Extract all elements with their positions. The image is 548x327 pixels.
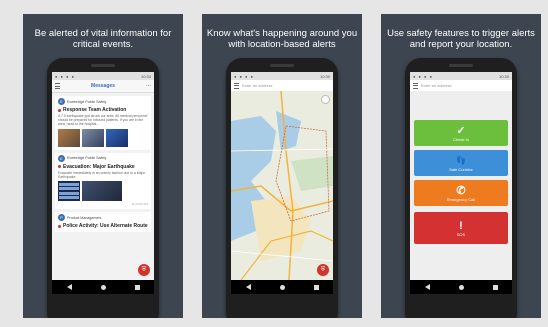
footsteps-icon: 👣 <box>456 155 466 165</box>
phone-speaker <box>449 64 473 67</box>
status-icons: ● ● ● ● <box>55 73 75 79</box>
back-icon[interactable] <box>66 284 72 290</box>
phone-screen: ● ● ● ● 10:30 Enter an address ✓ Check I… <box>410 72 512 294</box>
message-title: Police Activity: Use Alternate Route <box>63 223 148 230</box>
attachment-thumbnail[interactable] <box>82 128 104 147</box>
emergency-call-button[interactable]: ✆ Emergency Call <box>414 180 508 206</box>
home-icon[interactable] <box>458 284 464 290</box>
phone-frame: ● ● ● ● 10:30 Enter an address ⛨ <box>226 58 338 318</box>
panel-caption: Use safety features to trigger alerts an… <box>387 28 535 50</box>
safety-shield-button[interactable]: ⛨ <box>317 264 329 276</box>
phone-icon: ✆ <box>456 184 466 197</box>
button-label: Emergency Call <box>446 196 476 202</box>
message-title: Evacuation: Major Earthquake <box>63 163 135 170</box>
panel-caption: Know what's happening around you with lo… <box>206 28 358 50</box>
panel-caption: Be alerted of vital information for crit… <box>34 28 172 50</box>
message-attachments <box>58 181 148 202</box>
unread-dot-icon <box>58 224 61 228</box>
safe-corridor-button[interactable]: 👣 Safe Corridor <box>414 150 508 176</box>
android-nav-bar <box>52 280 154 294</box>
panel-messages: Be alerted of vital information for crit… <box>23 14 183 318</box>
status-bar: ● ● ● ● 10:30 <box>410 72 512 80</box>
message-card[interactable]: E Everbridge Public Safety Response Team… <box>55 96 151 150</box>
map-graphic <box>231 91 333 280</box>
recent-apps-icon[interactable] <box>313 284 319 290</box>
message-timestamp: 11:23:09 AM <box>131 202 148 207</box>
message-attachments <box>58 128 148 147</box>
sos-button[interactable]: ! SOS <box>414 212 508 244</box>
button-label: Check In <box>453 136 469 142</box>
exclamation-icon: ! <box>459 219 463 232</box>
status-time: 10:30 <box>498 73 509 79</box>
phone-screen: ● ● ● ● 10:30 Enter an address ⛨ <box>231 72 333 294</box>
phone-frame: ● ● ● ● 10:30 Messages ⋯ E Everbridge Pu… <box>47 58 159 318</box>
attachment-thumbnail[interactable] <box>58 128 80 147</box>
message-sender: Everbridge Public Safety <box>67 99 107 104</box>
message-title: Response Team Activation <box>63 107 127 113</box>
status-bar: ● ● ● ● 10:30 <box>52 72 154 80</box>
unread-dot-icon <box>58 165 61 169</box>
phone-speaker <box>270 64 294 67</box>
status-time: 10:30 <box>319 73 330 79</box>
unread-dot-icon <box>58 108 61 112</box>
avatar: P <box>58 214 65 222</box>
message-card[interactable]: E Everbridge Public Safety Evacuation: M… <box>55 152 151 210</box>
menu-icon[interactable] <box>413 82 418 89</box>
android-nav-bar <box>410 280 512 294</box>
shield-icon: ⛨ <box>141 267 147 273</box>
attachment-thumbnail[interactable] <box>106 128 128 147</box>
safety-options: ✓ Check In 👣 Safe Corridor ✆ Emergency C… <box>410 91 512 280</box>
status-icons: ● ● ● ● <box>413 73 433 79</box>
panel-map: Know what's happening around you with lo… <box>202 14 362 318</box>
recent-apps-icon[interactable] <box>134 284 140 290</box>
checkmark-icon: ✓ <box>456 124 466 137</box>
button-label: Safe Corridor <box>449 166 473 172</box>
message-sender: Everbridge Public Safety <box>67 156 107 161</box>
panel-safety: Use safety features to trigger alerts an… <box>381 14 541 318</box>
locate-me-button[interactable] <box>321 95 330 104</box>
search-input[interactable]: Enter an address <box>421 83 451 88</box>
back-icon[interactable] <box>245 284 251 290</box>
message-card[interactable]: P Product Management Police Activity: Us… <box>55 212 151 233</box>
menu-icon[interactable] <box>55 83 60 89</box>
button-label: SOS <box>456 231 466 237</box>
status-bar: ● ● ● ● 10:30 <box>231 72 333 80</box>
message-body: A 7.0 earthquake just struck our area. A… <box>58 114 148 127</box>
status-time: 10:30 <box>140 73 151 79</box>
check-in-button[interactable]: ✓ Check In <box>414 120 508 146</box>
recent-apps-icon[interactable] <box>492 284 498 290</box>
search-input[interactable]: Enter an address <box>242 83 272 88</box>
page-title: Messages <box>91 83 115 89</box>
back-icon[interactable] <box>424 284 430 290</box>
home-icon[interactable] <box>100 284 106 290</box>
message-sender: Product Management <box>67 215 102 220</box>
alert-map[interactable] <box>231 91 333 280</box>
messages-header: Messages ⋯ <box>52 80 154 93</box>
home-icon[interactable] <box>279 284 285 290</box>
more-icon[interactable]: ⋯ <box>146 83 151 89</box>
attachment-thumbnail[interactable] <box>58 181 80 202</box>
phone-speaker <box>91 64 115 67</box>
status-icons: ● ● ● ● <box>234 73 254 79</box>
avatar: E <box>58 154 65 162</box>
message-body: Evacuate immediately in an orderly fashi… <box>58 170 146 179</box>
avatar: E <box>58 98 65 105</box>
phone-frame: ● ● ● ● 10:30 Enter an address ✓ Check I… <box>405 58 517 318</box>
menu-icon[interactable] <box>234 82 239 89</box>
phone-screen: ● ● ● ● 10:30 Messages ⋯ E Everbridge Pu… <box>52 72 154 294</box>
safety-shield-button[interactable]: ⛨ <box>138 264 150 276</box>
shield-icon: ⛨ <box>320 267 326 273</box>
attachment-thumbnail[interactable] <box>82 181 122 202</box>
android-nav-bar <box>231 280 333 294</box>
